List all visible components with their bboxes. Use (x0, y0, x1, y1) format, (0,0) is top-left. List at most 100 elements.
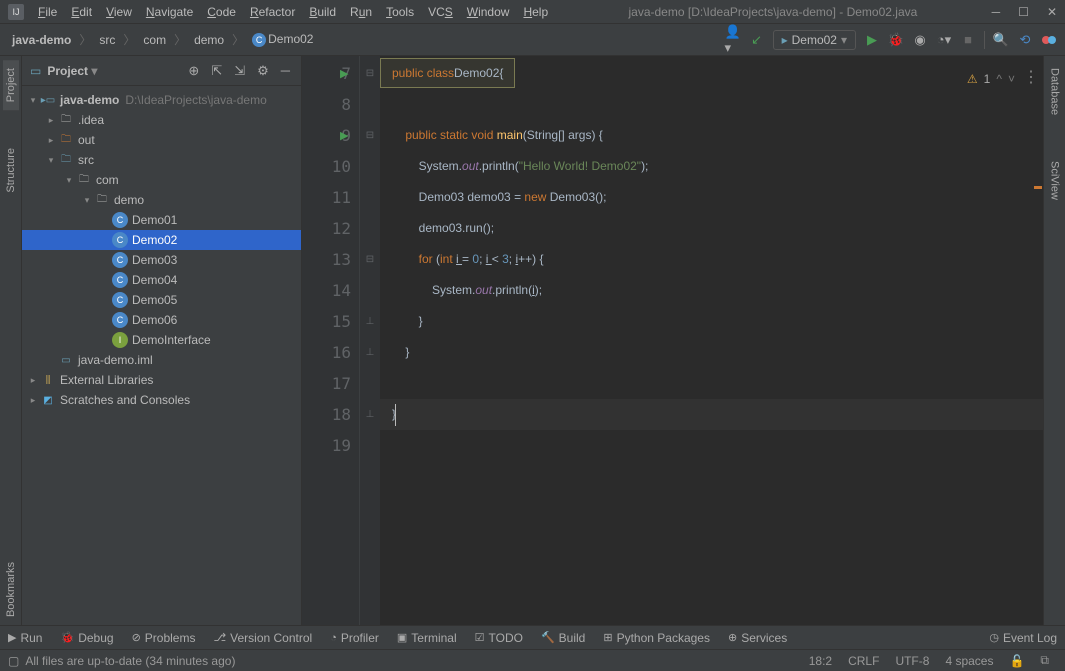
left-tab-bookmarks[interactable]: Bookmarks (3, 554, 19, 625)
crumb-src[interactable]: src (95, 31, 119, 49)
error-stripe-mark[interactable] (1034, 186, 1042, 189)
menu-navigate[interactable]: Navigate (140, 3, 199, 21)
status-box-icon[interactable]: ▢ (8, 654, 19, 668)
run-config-dropdown[interactable]: ▸Demo02▾ (773, 30, 856, 50)
run-gutter-icon[interactable]: ▶ (340, 67, 348, 80)
menu-run[interactable]: Run (344, 3, 378, 21)
readonly-icon[interactable]: 🔓 (1001, 654, 1032, 668)
add-user-icon[interactable]: 👤▾ (725, 32, 741, 48)
tree-interface[interactable]: IDemoInterface (22, 330, 301, 350)
search-button[interactable]: 🔍 (993, 32, 1009, 48)
tree-class-demo05[interactable]: CDemo05 (22, 290, 301, 310)
status-message: All files are up-to-date (34 minutes ago… (25, 654, 235, 668)
tree-external-libs[interactable]: ▸⫼External Libraries (22, 370, 301, 390)
close-button[interactable]: ✕ (1047, 5, 1057, 19)
editor: 7▶ 8 9▶ 101112 131415 161718 19 ⊟⊟ ⊟⊥ ⊥⊥… (302, 56, 1043, 625)
app-logo: IJ (8, 4, 24, 20)
left-tool-strip: Project Structure Bookmarks (0, 56, 22, 625)
nav-toolbar: java-demo〉 src〉 com〉 demo〉 CDemo02 👤▾ ↙ … (0, 24, 1065, 56)
tree-project-root[interactable]: ▾▸▭java-demoD:\IdeaProjects\java-demo (22, 90, 301, 110)
tree-class-demo02[interactable]: CDemo02 (22, 230, 301, 250)
menu-refactor[interactable]: Refactor (244, 3, 301, 21)
hide-icon[interactable]: ─ (278, 63, 293, 78)
text-caret (395, 404, 396, 426)
breadcrumb: java-demo〉 src〉 com〉 demo〉 CDemo02 (8, 30, 317, 49)
tab-todo[interactable]: ☑ TODO (475, 631, 523, 645)
crumb-com[interactable]: com (139, 31, 170, 49)
tree-src[interactable]: ▾🗀src (22, 150, 301, 170)
collapse-all-icon[interactable]: ⇲ (231, 63, 248, 79)
cursor-position[interactable]: 18:2 (801, 654, 840, 668)
debug-button[interactable]: 🐞 (888, 32, 904, 48)
right-tab-database[interactable]: Database (1047, 60, 1063, 123)
inspection-badge[interactable]: ⚠1 ^ ˅ (967, 64, 1015, 95)
indent-info[interactable]: 4 spaces (937, 654, 1001, 668)
sync-button[interactable]: ⟲ (1017, 32, 1033, 48)
tree-out[interactable]: ▸🗀out (22, 130, 301, 150)
menu-window[interactable]: Window (461, 3, 516, 21)
right-tool-strip: Database SciView (1043, 56, 1065, 625)
editor-more-icon[interactable]: ⋮ (1023, 62, 1039, 93)
menu-help[interactable]: Help (517, 3, 554, 21)
project-tree: ▾▸▭java-demoD:\IdeaProjects\java-demo ▸🗀… (22, 86, 301, 625)
menu-edit[interactable]: Edit (65, 3, 98, 21)
right-tab-sciview[interactable]: SciView (1047, 153, 1063, 208)
project-view-icon: ▭ (30, 64, 41, 78)
tree-demo[interactable]: ▾🗀demo (22, 190, 301, 210)
tree-scratches[interactable]: ▸◩Scratches and Consoles (22, 390, 301, 410)
line-separator[interactable]: CRLF (840, 654, 887, 668)
left-tab-structure[interactable]: Structure (3, 140, 19, 201)
menu-tools[interactable]: Tools (380, 3, 420, 21)
settings-icon[interactable]: ⚙ (254, 63, 272, 79)
tree-idea[interactable]: ▸🗀.idea (22, 110, 301, 130)
project-sidebar: ▭ Project ▾ ⊕ ⇱ ⇲ ⚙ ─ ▾▸▭java-demoD:\Ide… (22, 56, 302, 625)
tab-vcs[interactable]: ⎇ Version Control (213, 631, 312, 645)
menu-file[interactable]: File (32, 3, 63, 21)
left-tab-project[interactable]: Project (3, 60, 19, 110)
tree-class-demo03[interactable]: CDemo03 (22, 250, 301, 270)
status-bar: ▢ All files are up-to-date (34 minutes a… (0, 649, 1065, 671)
code-content[interactable]: public class Demo02 { public static void… (380, 56, 1043, 625)
tab-profiler[interactable]: ◔ Profiler (330, 631, 379, 645)
sidebar-header: ▭ Project ▾ ⊕ ⇱ ⇲ ⚙ ─ (22, 56, 301, 86)
crumb-project[interactable]: java-demo (8, 31, 75, 49)
minimize-button[interactable]: ─ (992, 5, 1001, 19)
tab-problems[interactable]: ⊘ Problems (132, 631, 196, 645)
file-encoding[interactable]: UTF-8 (887, 654, 937, 668)
tab-python[interactable]: ⊞ Python Packages (603, 631, 710, 645)
tree-com[interactable]: ▾🗀com (22, 170, 301, 190)
menu-vcs[interactable]: VCS (422, 3, 459, 21)
menu-view[interactable]: View (100, 3, 138, 21)
ide-status-icon[interactable]: ⧉ (1032, 653, 1057, 668)
crumb-demo[interactable]: demo (190, 31, 228, 49)
titlebar: IJ File Edit View Navigate Code Refactor… (0, 0, 1065, 24)
back-arrow-icon[interactable]: ↙ (749, 32, 765, 48)
fold-gutter[interactable]: ⊟⊟ ⊟⊥ ⊥⊥ (360, 56, 380, 625)
tab-terminal[interactable]: ▣ Terminal (397, 631, 457, 645)
run-gutter-icon[interactable]: ▶ (340, 129, 348, 142)
line-gutter[interactable]: 7▶ 8 9▶ 101112 131415 161718 19 (302, 56, 360, 625)
tab-build[interactable]: 🔨 Build (541, 631, 585, 645)
ide-button[interactable] (1041, 32, 1057, 48)
menu-code[interactable]: Code (201, 3, 242, 21)
tab-debug[interactable]: 🐞 Debug (60, 631, 113, 645)
menubar: File Edit View Navigate Code Refactor Bu… (32, 3, 554, 21)
profile-button[interactable]: ◔▾ (936, 32, 952, 48)
expand-all-icon[interactable]: ⇱ (208, 63, 225, 79)
menu-build[interactable]: Build (303, 3, 342, 21)
tree-class-demo01[interactable]: CDemo01 (22, 210, 301, 230)
sidebar-title[interactable]: Project ▾ (47, 64, 179, 78)
run-button[interactable]: ▶ (864, 32, 880, 48)
maximize-button[interactable]: ☐ (1018, 5, 1029, 19)
tree-class-demo06[interactable]: CDemo06 (22, 310, 301, 330)
warning-icon: ⚠ (967, 64, 978, 95)
coverage-button[interactable]: ◉ (912, 32, 928, 48)
tab-run[interactable]: ▶ Run (8, 631, 42, 645)
stop-button[interactable]: ■ (960, 32, 976, 48)
crumb-file[interactable]: CDemo02 (248, 30, 317, 49)
select-opened-icon[interactable]: ⊕ (185, 63, 202, 79)
tree-iml[interactable]: ▭java-demo.iml (22, 350, 301, 370)
tab-services[interactable]: ⊕ Services (728, 631, 787, 645)
event-log-button[interactable]: ◷ Event Log (989, 631, 1057, 645)
tree-class-demo04[interactable]: CDemo04 (22, 270, 301, 290)
